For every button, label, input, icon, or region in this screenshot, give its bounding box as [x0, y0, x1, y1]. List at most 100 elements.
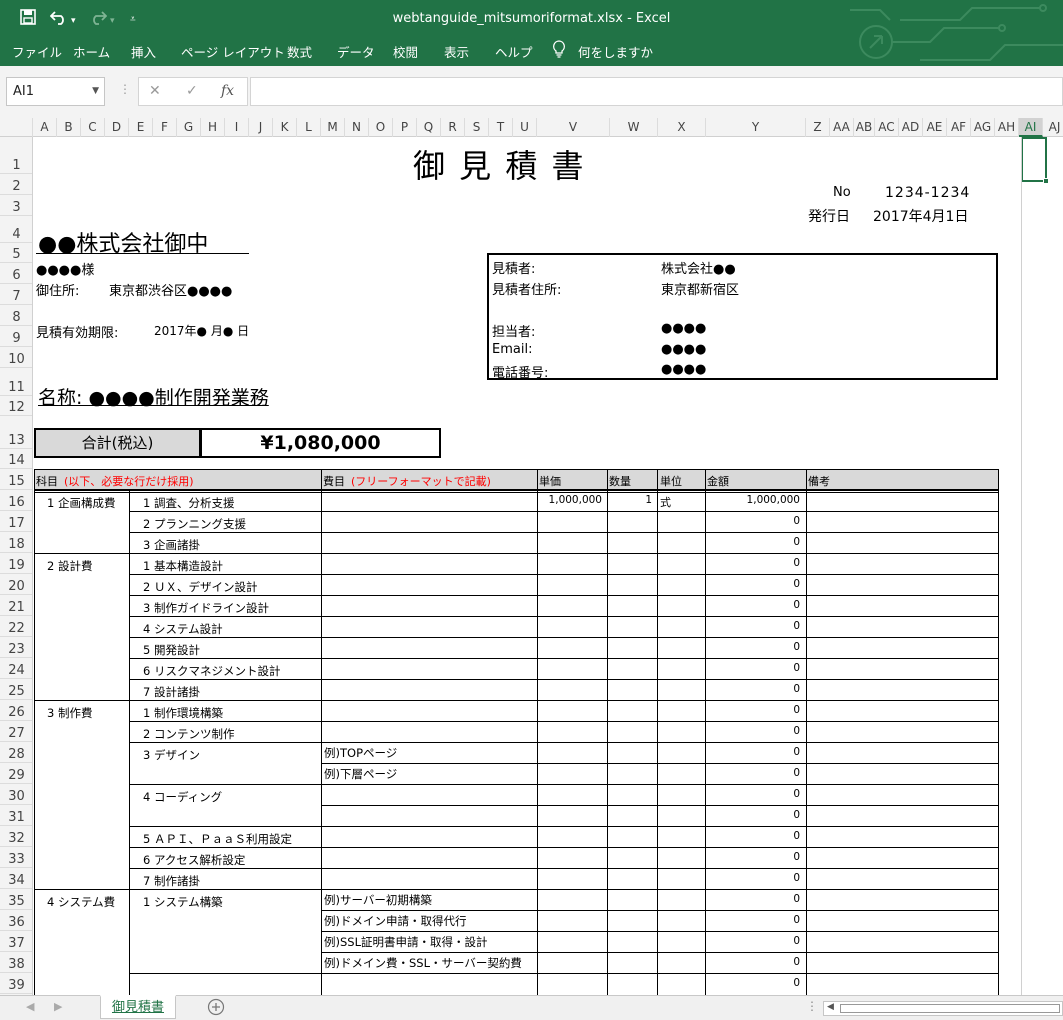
column-header-r[interactable]: R: [441, 118, 465, 137]
column-header-n[interactable]: N: [345, 118, 369, 137]
row-header-13[interactable]: 13: [0, 416, 32, 449]
column-header-ad[interactable]: AD: [899, 118, 923, 137]
row-header-1[interactable]: 1: [0, 137, 32, 174]
row-header-15[interactable]: 15: [0, 469, 32, 490]
tab-page-layout[interactable]: ページ レイアウト: [181, 42, 285, 61]
column-header-z[interactable]: Z: [806, 118, 830, 137]
selected-cell[interactable]: [1021, 137, 1047, 182]
column-header-j[interactable]: J: [249, 118, 273, 137]
row-header-18[interactable]: 18: [0, 532, 32, 553]
row-header-25[interactable]: 25: [0, 679, 32, 700]
row-header-23[interactable]: 23: [0, 637, 32, 658]
column-header-l[interactable]: L: [297, 118, 321, 137]
row-header-20[interactable]: 20: [0, 574, 32, 595]
column-header-d[interactable]: D: [105, 118, 129, 137]
row-header-21[interactable]: 21: [0, 595, 32, 616]
column-header-w[interactable]: W: [610, 118, 658, 137]
row-header-6[interactable]: 6: [0, 263, 32, 284]
cancel-icon[interactable]: ✕: [149, 83, 161, 99]
tab-file[interactable]: ファイル: [12, 42, 62, 61]
chevron-down-icon[interactable]: ▼: [92, 78, 99, 105]
row-header-17[interactable]: 17: [0, 511, 32, 532]
enter-icon[interactable]: ✓: [186, 83, 198, 99]
column-header-aa[interactable]: AA: [830, 118, 854, 137]
plus-circle-icon[interactable]: [207, 998, 225, 1020]
column-header-ah[interactable]: AH: [995, 118, 1019, 137]
row-header-10[interactable]: 10: [0, 347, 32, 368]
tab-insert[interactable]: 挿入: [131, 42, 156, 61]
row-header-7[interactable]: 7: [0, 284, 32, 305]
column-header-ab[interactable]: AB: [854, 118, 875, 137]
column-header-s[interactable]: S: [465, 118, 489, 137]
column-header-c[interactable]: C: [81, 118, 105, 137]
column-header-aj[interactable]: AJ: [1043, 118, 1063, 137]
row-header-11[interactable]: 11: [0, 368, 32, 396]
row-header-34[interactable]: 34: [0, 868, 32, 889]
insert-function-icon[interactable]: fx: [221, 83, 234, 99]
column-header-ae[interactable]: AE: [923, 118, 947, 137]
row-header-38[interactable]: 38: [0, 952, 32, 973]
row-header-5[interactable]: 5: [0, 243, 32, 263]
row-header-3[interactable]: 3: [0, 195, 32, 216]
column-header-u[interactable]: U: [513, 118, 537, 137]
row-header-24[interactable]: 24: [0, 658, 32, 679]
row-header-30[interactable]: 30: [0, 784, 32, 805]
tab-help[interactable]: ヘルプ: [495, 42, 533, 61]
row-header-2[interactable]: 2: [0, 174, 32, 195]
column-header-af[interactable]: AF: [947, 118, 971, 137]
column-header-e[interactable]: E: [129, 118, 153, 137]
column-header-t[interactable]: T: [489, 118, 513, 137]
tab-bar-split-icon[interactable]: ⋮: [806, 999, 818, 1013]
row-header-12[interactable]: 12: [0, 396, 32, 416]
fill-handle[interactable]: [1043, 178, 1049, 184]
select-all-corner[interactable]: [0, 118, 33, 137]
row-header-27[interactable]: 27: [0, 721, 32, 742]
row-header-31[interactable]: 31: [0, 805, 32, 826]
row-header-9[interactable]: 9: [0, 326, 32, 347]
tab-view[interactable]: 表示: [444, 42, 469, 61]
row-header-32[interactable]: 32: [0, 826, 32, 847]
row-header-29[interactable]: 29: [0, 763, 32, 784]
column-header-x[interactable]: X: [658, 118, 706, 137]
row-header-33[interactable]: 33: [0, 847, 32, 868]
column-header-p[interactable]: P: [393, 118, 417, 137]
column-header-i[interactable]: I: [225, 118, 249, 137]
column-header-b[interactable]: B: [57, 118, 81, 137]
tab-formulas[interactable]: 数式: [287, 42, 312, 61]
row-header-4[interactable]: 4: [0, 216, 32, 243]
column-header-g[interactable]: G: [177, 118, 201, 137]
column-header-k[interactable]: K: [273, 118, 297, 137]
column-header-h[interactable]: H: [201, 118, 225, 137]
column-header-ag[interactable]: AG: [971, 118, 995, 137]
tab-home[interactable]: ホーム: [73, 42, 110, 61]
row-header-28[interactable]: 28: [0, 742, 32, 763]
column-header-y[interactable]: Y: [706, 118, 806, 137]
column-header-o[interactable]: O: [369, 118, 393, 137]
column-header-ac[interactable]: AC: [875, 118, 899, 137]
scroll-left-icon[interactable]: ◀: [827, 1002, 834, 1012]
sheet-tab-estimate[interactable]: 御見積書: [100, 995, 176, 1019]
lightbulb-icon[interactable]: [552, 40, 566, 62]
row-header-22[interactable]: 22: [0, 616, 32, 637]
name-box[interactable]: AI1 ▼: [6, 77, 105, 106]
tell-me-search[interactable]: 何をしますか: [578, 42, 653, 61]
row-header-36[interactable]: 36: [0, 910, 32, 931]
formula-input[interactable]: [250, 77, 1063, 106]
row-header-39[interactable]: 39: [0, 973, 32, 994]
row-header-35[interactable]: 35: [0, 889, 32, 910]
row-header-26[interactable]: 26: [0, 700, 32, 721]
horizontal-scrollbar[interactable]: ◀: [823, 1001, 1063, 1016]
column-header-ai[interactable]: AI: [1019, 118, 1043, 137]
row-header-16[interactable]: 16: [0, 490, 32, 511]
tab-review[interactable]: 校閲: [393, 42, 418, 61]
column-header-a[interactable]: A: [33, 118, 57, 137]
column-header-m[interactable]: M: [321, 118, 345, 137]
sheet-grid[interactable]: 御 見 積 書 No 1234-1234 発行日 2017年4月1日 ●●株式会…: [33, 137, 1063, 995]
column-header-q[interactable]: Q: [417, 118, 441, 137]
scrollbar-thumb[interactable]: [840, 1004, 1060, 1013]
row-header-8[interactable]: 8: [0, 305, 32, 326]
row-header-14[interactable]: 14: [0, 449, 32, 469]
tab-data[interactable]: データ: [337, 42, 375, 61]
column-header-v[interactable]: V: [537, 118, 610, 137]
scroll-next-sheet-icon[interactable]: ▶: [54, 1000, 62, 1013]
